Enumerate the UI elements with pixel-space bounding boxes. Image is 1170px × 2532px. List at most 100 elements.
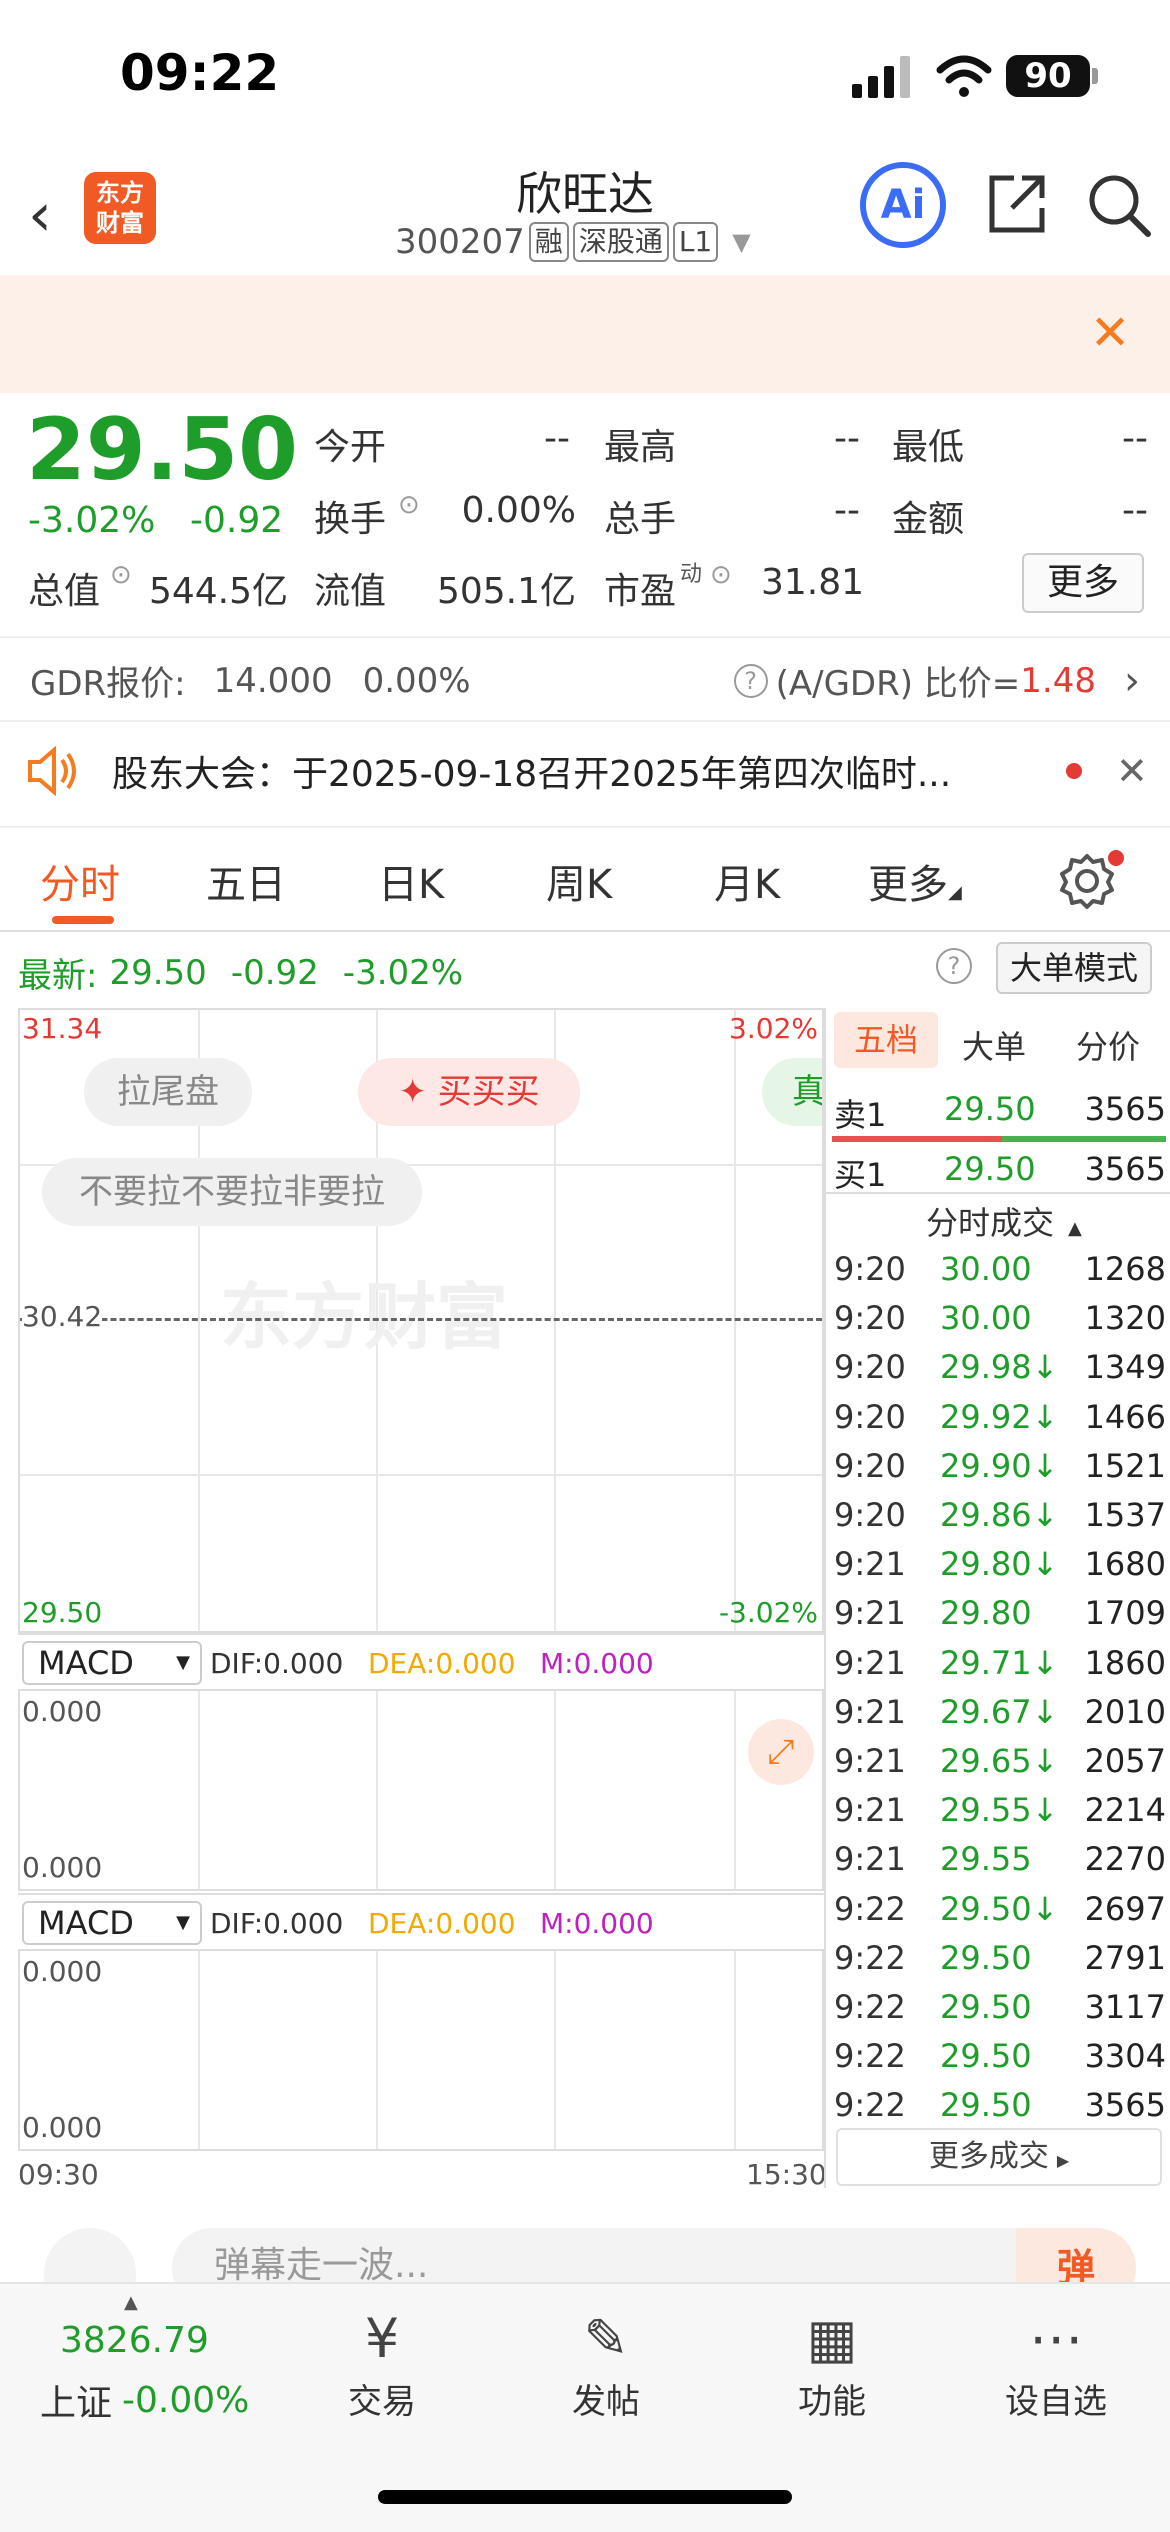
gear-icon[interactable] <box>1058 852 1116 910</box>
status-time: 09:22 <box>120 44 280 102</box>
index-row[interactable]: 上证 -0.00% <box>40 2374 249 2426</box>
gdr-label: GDR报价: <box>30 664 186 704</box>
tab-indicator <box>52 916 114 924</box>
nav-watchlist[interactable]: ⋯ 设自选 <box>986 2304 1126 2423</box>
tick-row: 9:20 29.92↓ 1466 <box>826 1392 1170 1441</box>
ai-assistant-button[interactable]: Ai <box>860 162 946 248</box>
tick-volume: 1680 <box>1084 1545 1166 1584</box>
tab-more[interactable]: 更多◢ <box>868 852 962 910</box>
nav-post[interactable]: ✎ 发帖 <box>536 2304 676 2423</box>
change-amount: -0.92 <box>190 500 284 541</box>
danmu-pill[interactable]: ✦ 买买买 <box>358 1058 580 1126</box>
tick-time: 9:20 <box>834 1397 906 1436</box>
intraday-chart[interactable]: 东方财富 31.34 3.02% 30.42 29.50 -3.02% 拉尾盘 … <box>18 1008 824 1633</box>
nav-trade[interactable]: ¥ 交易 <box>312 2304 452 2423</box>
gdr-ratio[interactable]: ? (A/GDR) 比价= 1.48 › <box>733 656 1140 705</box>
tick-price: 29.86↓ <box>940 1496 1059 1534</box>
tick-time: 9:20 <box>834 1250 906 1288</box>
tick-volume: 1349 <box>1084 1348 1166 1387</box>
info-icon[interactable]: ⊙ <box>110 560 132 590</box>
tag-margin: 融 <box>528 222 569 262</box>
home-indicator[interactable] <box>378 2490 792 2504</box>
tick-row: 9:21 29.67↓ 2010 <box>826 1687 1170 1736</box>
divider <box>824 1008 826 2188</box>
close-icon[interactable]: ✕ <box>1116 749 1148 793</box>
index-value[interactable]: 3826.79 <box>60 2320 209 2361</box>
indicator-select[interactable]: MACD ▼ <box>22 1641 202 1685</box>
index-name: 上证 <box>40 2383 113 2424</box>
change-percent: -3.02% <box>28 500 156 541</box>
tab-weekly-k[interactable]: 周K <box>546 852 612 910</box>
label-volume: 总手 <box>604 499 677 540</box>
value-turnover: 0.00% <box>461 490 576 531</box>
buy-label: 买1 <box>834 1156 887 1194</box>
tick-price: 29.50 <box>940 2037 1032 2076</box>
more-trades-button[interactable]: 更多成交 ▶ <box>836 2128 1162 2186</box>
tick-price: 29.50 <box>940 1938 1032 1977</box>
macd-chart[interactable]: 0.000 0.000 <box>18 1951 824 2151</box>
tab-big-order[interactable]: 大单 <box>962 1022 1026 1068</box>
danmu-pill[interactable]: 不要拉不要拉非要拉 <box>42 1158 422 1226</box>
grid-line <box>554 1691 556 1889</box>
tab-five-day[interactable]: 五日 <box>206 852 286 910</box>
gdr-ratio-value: 1.48 <box>1020 660 1096 701</box>
post-icon: ✎ <box>583 2307 629 2370</box>
watchlist-icon: ⋯ <box>1029 2307 1083 2370</box>
indicator-select[interactable]: MACD ▼ <box>22 1901 202 1945</box>
pe-superscript: 动 <box>680 562 703 587</box>
promo-banner[interactable]: ✕ <box>0 275 1170 393</box>
tab-price-dist[interactable]: 分价 <box>1076 1022 1140 1068</box>
expand-icon[interactable]: ⤢ <box>748 1719 814 1785</box>
nav-functions[interactable]: ▦ 功能 <box>762 2304 902 2423</box>
tick-volume: 2214 <box>1084 1791 1166 1830</box>
tick-price: 29.71↓ <box>940 1643 1059 1682</box>
chevron-right-icon[interactable]: › <box>1124 658 1140 704</box>
caret-up-icon: ▲ <box>1068 1218 1082 1239</box>
firecracker-icon: ✦ <box>398 1072 427 1112</box>
tab-intraday[interactable]: 分时 <box>40 852 120 910</box>
indicator-select-label: MACD <box>38 1644 134 1682</box>
help-icon[interactable]: ? <box>733 663 768 698</box>
grid-line <box>734 1691 736 1889</box>
tab-daily-k[interactable]: 日K <box>378 852 444 910</box>
grid-line <box>20 1474 822 1476</box>
big-order-mode-button[interactable]: 大单模式 <box>996 942 1152 994</box>
y-max-label: 31.34 <box>22 1012 103 1045</box>
label-turnover: 换手 <box>314 499 387 540</box>
tick-time: 9:22 <box>834 1938 906 1977</box>
tick-time: 9:20 <box>834 1299 906 1338</box>
nav-label: 设自选 <box>1005 2382 1107 2422</box>
grid-line <box>376 1951 378 2149</box>
tick-time: 9:22 <box>834 1988 906 2026</box>
chevron-down-icon[interactable]: ▼ <box>732 228 750 256</box>
tick-row: 9:21 29.55↓ 2214 <box>826 1785 1170 1834</box>
danmu-pill[interactable]: 真 <box>762 1058 822 1126</box>
macd-chart[interactable]: 0.000 0.000 ⤢ <box>18 1691 824 1891</box>
y-min-label: 29.50 <box>22 1596 103 1629</box>
gdr-row[interactable]: GDR报价: 14.000 0.00% <box>30 656 471 705</box>
search-icon[interactable] <box>1086 172 1152 238</box>
more-quote-button[interactable]: 更多 <box>1022 553 1144 613</box>
value-open: -- <box>544 418 570 459</box>
tick-volume: 1466 <box>1084 1397 1166 1436</box>
info-icon[interactable]: ⊙ <box>710 560 732 590</box>
y-max-pct-label: 3.02% <box>729 1012 818 1045</box>
ticks-title[interactable]: 分时成交 ▲ <box>926 1198 1082 1244</box>
stock-code-line[interactable]: 300207 融 深股通 L1 ▼ <box>395 222 751 262</box>
help-icon[interactable]: ? <box>936 948 972 984</box>
notice-row[interactable]: 股东大会：于2025-09-18召开2025年第四次临时... ✕ <box>26 745 1156 797</box>
tab-monthly-k[interactable]: 月K <box>714 852 780 910</box>
macd-dea: DEA:0.000 <box>368 1907 516 1940</box>
tick-row: 9:20 29.98↓ 1349 <box>826 1342 1170 1391</box>
stock-code: 300207 <box>395 222 525 262</box>
chart-tabs: 分时 五日 日K 周K 月K 更多◢ <box>0 830 1170 930</box>
tick-row: 9:22 29.50 2791 <box>826 1933 1170 1982</box>
more-trades-label: 更多成交 <box>928 2139 1049 2174</box>
label-total-cap: 总值 <box>28 571 101 612</box>
tab-five-level[interactable]: 五档 <box>834 1012 938 1068</box>
share-icon[interactable] <box>984 172 1050 238</box>
info-icon[interactable]: ⊙ <box>398 490 420 520</box>
danmu-pill[interactable]: 拉尾盘 <box>84 1058 252 1126</box>
chevron-down-icon: ▼ <box>176 1652 190 1673</box>
close-icon[interactable]: ✕ <box>1090 305 1130 361</box>
